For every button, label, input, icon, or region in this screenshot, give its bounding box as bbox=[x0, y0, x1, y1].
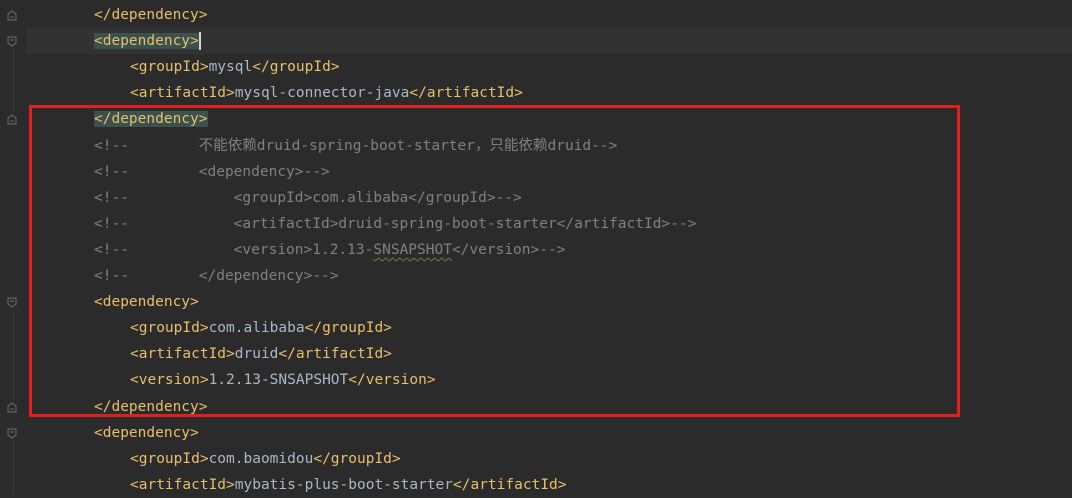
fold-open-icon[interactable] bbox=[7, 297, 17, 308]
xml-text: mybatis-plus-boot-starter bbox=[234, 476, 454, 493]
xml-tag: <artifactId> bbox=[130, 476, 235, 493]
fold-close-icon[interactable] bbox=[7, 401, 17, 413]
annotation-highlight-box bbox=[29, 105, 960, 417]
text-caret bbox=[198, 32, 201, 51]
code-line-text: <groupId>mysql</groupId> bbox=[130, 54, 340, 80]
xml-text: mysql-connector-java bbox=[234, 85, 410, 102]
xml-text: com.baomidou bbox=[208, 450, 314, 467]
xml-text: mysql bbox=[208, 59, 253, 76]
xml-tag: </artifactId> bbox=[453, 476, 567, 493]
code-line[interactable]: <dependency> bbox=[26, 28, 1072, 55]
xml-tag: <dependency> bbox=[94, 33, 199, 50]
fold-open-icon[interactable] bbox=[7, 428, 17, 439]
code-line-text: <dependency> bbox=[94, 28, 201, 54]
editor-gutter bbox=[0, 0, 26, 496]
fold-close-icon[interactable] bbox=[7, 10, 17, 21]
xml-tag: <groupId> bbox=[130, 450, 209, 467]
xml-tag: </groupId> bbox=[313, 450, 401, 467]
code-line[interactable]: </dependency> bbox=[26, 2, 1072, 28]
xml-tag: <dependency> bbox=[94, 424, 199, 441]
code-line-text: <dependency> bbox=[94, 420, 199, 446]
xml-tag: </dependency> bbox=[94, 7, 208, 23]
xml-tag: <groupId> bbox=[130, 59, 209, 76]
xml-tag: </groupId> bbox=[252, 59, 340, 76]
code-line-text: </dependency> bbox=[94, 2, 208, 28]
fold-close-icon[interactable] bbox=[7, 114, 17, 125]
fold-guide bbox=[13, 48, 14, 115]
code-line[interactable]: <groupId>com.baomidou</groupId> bbox=[26, 446, 1072, 472]
code-line[interactable]: <artifactId>mybatis-plus-boot-starter</a… bbox=[26, 472, 1072, 498]
fold-open-icon[interactable] bbox=[7, 36, 17, 47]
xml-tag: <artifactId> bbox=[130, 85, 235, 102]
fold-guide bbox=[13, 309, 14, 402]
xml-tag: </artifactId> bbox=[409, 85, 523, 102]
code-line[interactable]: <dependency> bbox=[26, 420, 1072, 446]
code-line[interactable]: <artifactId>mysql-connector-java</artifa… bbox=[26, 80, 1072, 106]
code-line-text: <groupId>com.baomidou</groupId> bbox=[130, 446, 401, 472]
code-line-text: <artifactId>mybatis-plus-boot-starter</a… bbox=[130, 472, 567, 498]
fold-guide bbox=[13, 439, 14, 496]
code-line-text: <artifactId>mysql-connector-java</artifa… bbox=[130, 80, 523, 106]
code-line[interactable]: <groupId>mysql</groupId> bbox=[26, 54, 1072, 80]
